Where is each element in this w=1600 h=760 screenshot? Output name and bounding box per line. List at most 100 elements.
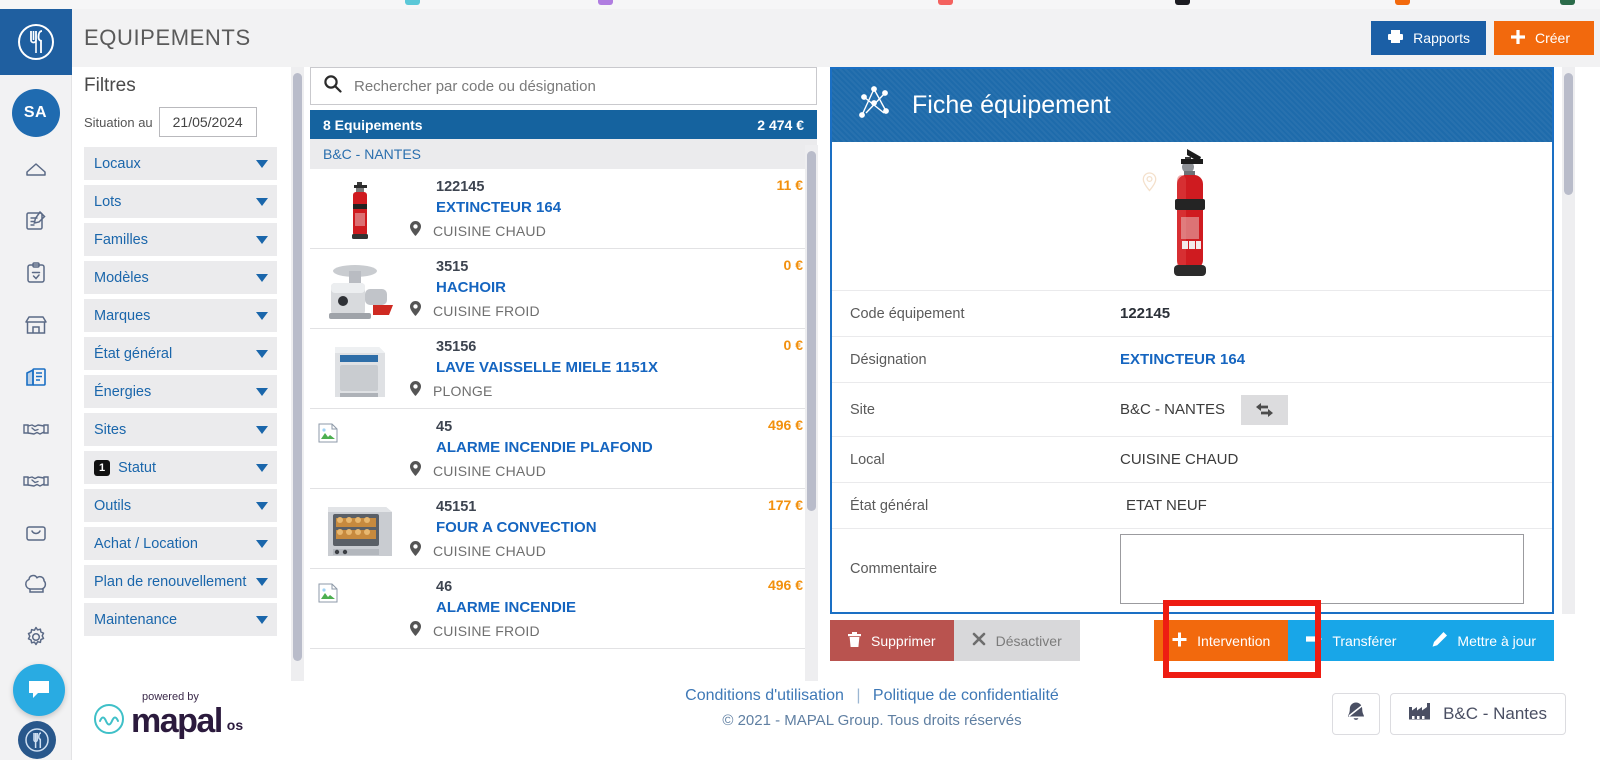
table-row[interactable]: 35156 LAVE VAISSELLE MIELE 1151X PLONGE … [310,329,817,409]
creer-button[interactable]: Créer [1493,21,1594,55]
field-label: Commentaire [850,560,938,577]
filter-marques[interactable]: Marques [84,299,277,332]
table-row[interactable]: 45 ALARME INCENDIE PLAFOND CUISINE CHAUD… [310,409,817,489]
field-label: Code équipement [850,305,965,322]
filters-scrollbar-thumb[interactable] [293,73,302,661]
field-value: 122145 [1120,305,1171,322]
chevron-down-icon [256,387,268,396]
equipment-local: CUISINE CHAUD [433,223,547,239]
bookmark-icon[interactable] [1395,0,1410,5]
detail-panel-title: Fiche équipement [912,91,1111,119]
rapports-button[interactable]: Rapports [1371,21,1486,55]
filter-lots[interactable]: Lots [84,185,277,218]
table-row[interactable]: 122145 EXTINCTEUR 164 CUISINE CHAUD 11 € [310,169,817,249]
sidebar-item-checklists[interactable] [0,253,72,293]
privacy-link[interactable]: Politique de confidentialité [873,687,1059,704]
sidebar-item-recipes[interactable] [0,565,72,605]
filter-energies[interactable]: Énergies [84,375,277,408]
equipment-list-scrollbar[interactable] [805,145,818,681]
situation-date-input[interactable]: 21/05/2024 [158,107,257,137]
sidebar-item-suppliers[interactable] [0,409,72,449]
bookmark-icon[interactable] [598,0,613,5]
sidebar-item-settings[interactable] [0,617,72,657]
sidebar-item-inbox[interactable] [0,513,72,553]
detail-panel-scrollbar[interactable] [1562,67,1575,614]
bookmark-icon[interactable] [1175,0,1190,5]
field-designation: Désignation EXTINCTEUR 164 [832,336,1552,382]
filter-label: Lots [94,193,122,210]
detail-action-bar: Supprimer Désactiver Intervention Transf… [830,620,1554,661]
mapal-wave-icon [92,702,126,741]
sidebar-item-home[interactable] [0,149,72,189]
footer-separator: | [856,687,861,704]
site-selector-button[interactable]: B&C - Nantes [1390,693,1566,735]
cutlery-circle-logo-small [18,721,56,759]
field-label: Désignation [850,351,927,368]
filter-statut[interactable]: 1 Statut [84,451,277,484]
cutlery-circle-logo[interactable] [0,9,72,75]
table-row[interactable]: 46 ALARME INCENDIE CUISINE FROID 496 € [310,569,817,649]
filter-outils[interactable]: Outils [84,489,277,522]
field-label: Site [850,401,875,418]
field-value: ETAT NEUF [1126,497,1207,514]
equipment-name[interactable]: ALARME INCENDIE [436,599,817,616]
swap-arrows-icon[interactable] [1241,394,1289,425]
chevron-down-icon [256,159,268,168]
equipment-list-scrollbar-thumb[interactable] [807,151,816,511]
broken-image-icon [310,575,410,648]
filter-label: Maintenance [94,611,178,628]
filter-label: Sites [94,421,127,438]
equipment-name[interactable]: LAVE VAISSELLE MIELE 1151X [436,359,817,376]
sidebar-item-equipements[interactable] [0,357,72,397]
desactiver-button[interactable]: Désactiver [953,620,1080,661]
filter-maintenance[interactable]: Maintenance [84,603,277,636]
filter-etat-general[interactable]: État général [84,337,277,370]
equipment-code: 45 [436,419,453,435]
mettre-a-jour-button[interactable]: Mettre à jour [1414,620,1554,661]
filter-sites[interactable]: Sites [84,413,277,446]
filters-scrollbar[interactable] [291,67,304,681]
bookmark-icon[interactable] [405,0,420,5]
chevron-down-icon [256,577,268,586]
chevron-down-icon [256,273,268,282]
chat-bubble-icon[interactable] [13,664,65,716]
filter-familles[interactable]: Familles [84,223,277,256]
sidebar-item-sites[interactable] [0,305,72,345]
bookmark-icon[interactable] [938,0,953,5]
equipment-price: 496 € [767,577,803,593]
filter-plan-renouvellement[interactable]: Plan de renouvellement [84,565,277,598]
filter-badge-count: 1 [94,459,111,476]
pencil-icon [1432,631,1448,650]
mettre-a-jour-label: Mettre à jour [1457,632,1536,649]
equipment-name[interactable]: FOUR A CONVECTION [436,519,817,536]
chevron-down-icon [256,615,268,624]
table-row[interactable]: 3515 HACHOIR CUISINE FROID 0 € [310,249,817,329]
bookmark-icon[interactable] [1560,0,1575,5]
list-summary-bar: 8 Equipements 2 474 € [310,110,817,139]
equipment-local: CUISINE CHAUD [433,463,547,479]
supprimer-button[interactable]: Supprimer [830,620,954,661]
filter-locaux[interactable]: Locaux [84,147,277,180]
terms-link[interactable]: Conditions d'utilisation [685,687,844,704]
table-row[interactable]: 45151 FOUR A CONVECTION CUISINE CHAUD 17… [310,489,817,569]
field-value[interactable]: EXTINCTEUR 164 [1120,351,1245,368]
sidebar-item-documents[interactable] [0,201,72,241]
page-footer: powered by mapal os Conditions d'utilisa… [72,681,1600,760]
detail-panel-scrollbar-thumb[interactable] [1564,73,1573,195]
avatar[interactable]: SA [11,89,60,137]
equipment-local: CUISINE CHAUD [433,543,547,559]
equipment-name[interactable]: HACHOIR [436,279,817,296]
intervention-button[interactable]: Intervention [1154,620,1289,661]
transferer-button[interactable]: Transférer [1288,620,1415,661]
factory-icon [1409,703,1431,725]
filter-achat-location[interactable]: Achat / Location [84,527,277,560]
field-label: État général [850,497,929,514]
bell-button[interactable] [1332,693,1381,735]
equipment-name[interactable]: ALARME INCENDIE PLAFOND [436,439,817,456]
equipment-price: 0 € [783,257,803,273]
search-input[interactable]: Rechercher par code ou désignation [310,67,817,105]
equipment-name[interactable]: EXTINCTEUR 164 [436,199,817,216]
filter-modeles[interactable]: Modèles [84,261,277,294]
sidebar-item-contracts[interactable] [0,461,72,501]
commentaire-textarea[interactable] [1120,533,1524,604]
